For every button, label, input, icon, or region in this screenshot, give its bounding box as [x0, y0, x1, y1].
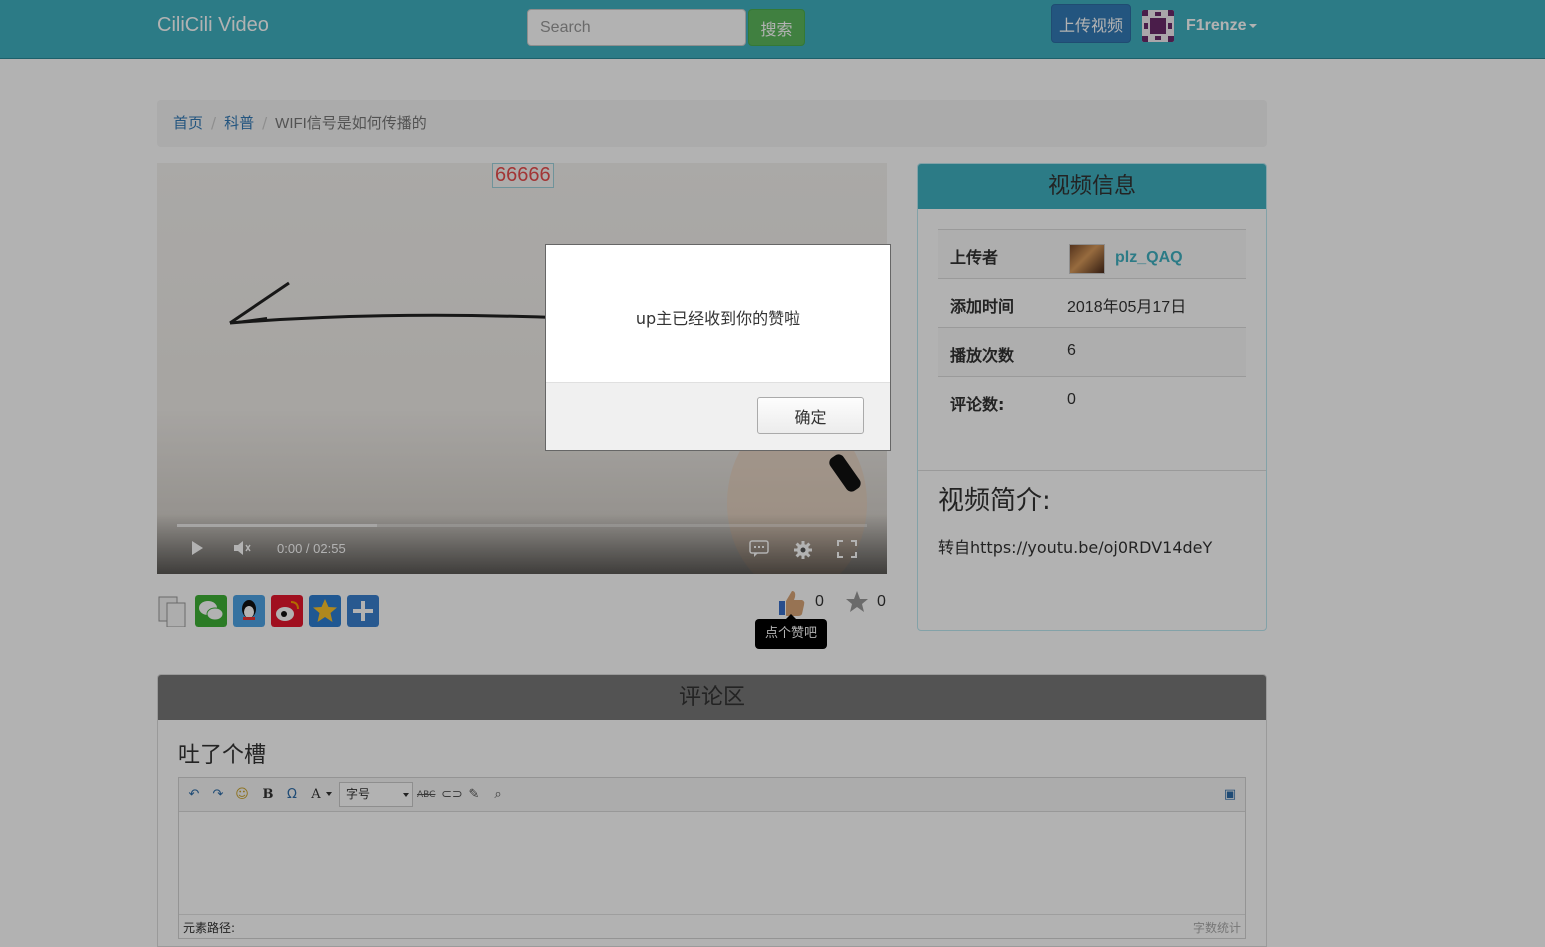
alert-dialog: up主已经收到你的赞啦 确定	[545, 244, 891, 451]
dialog-message: up主已经收到你的赞啦	[635, 309, 801, 328]
dialog-footer: 确定	[546, 382, 890, 450]
ok-button[interactable]: 确定	[757, 397, 864, 434]
modal-overlay[interactable]	[0, 0, 1545, 947]
